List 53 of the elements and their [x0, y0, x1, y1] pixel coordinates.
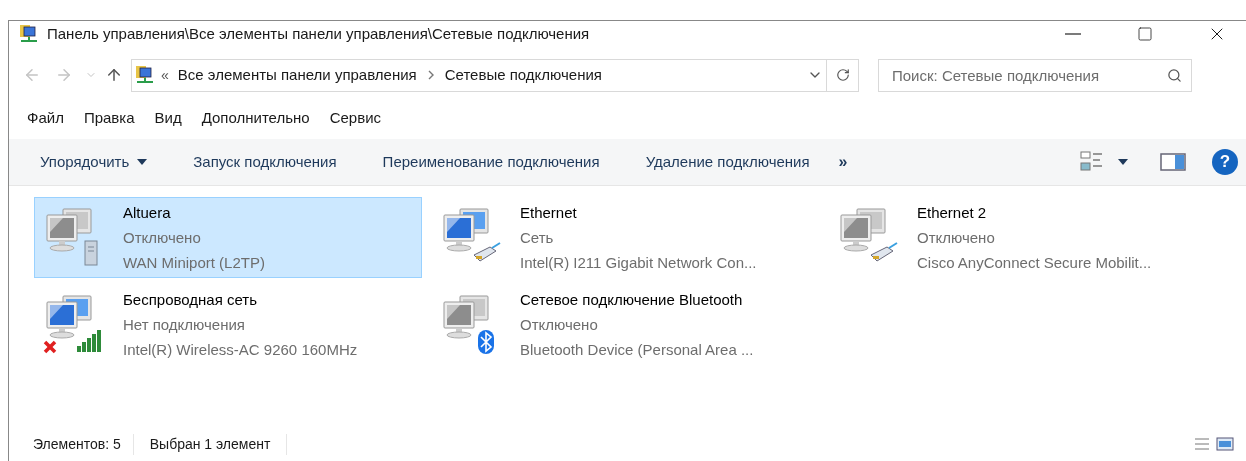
connection-name: Ethernet: [520, 203, 578, 223]
details-view-icon[interactable]: [1194, 437, 1210, 451]
forward-arrow-icon: [55, 66, 73, 84]
menu-item[interactable]: Вид: [152, 106, 184, 130]
search-icon: [1167, 67, 1182, 83]
connection-item[interactable]: Ethernet 2 Отключено Cisco AnyConnect Secure Mobilit...: [828, 197, 1216, 278]
connection-name: Altuera: [123, 203, 172, 223]
control-panel-icon: [135, 65, 155, 85]
connection-status: Сеть: [520, 228, 555, 248]
item-count: Элементов: 5: [33, 433, 134, 455]
maximize-icon: [1137, 26, 1153, 42]
connection-status: Отключено: [520, 315, 599, 335]
large-icons-view-icon[interactable]: [1216, 437, 1234, 451]
caret-icon[interactable]: [1118, 159, 1128, 165]
breadcrumb-item[interactable]: Все элементы панели управления: [177, 63, 417, 87]
caret-icon: [137, 159, 148, 165]
connection-name: Сетевое подключение Bluetooth: [520, 290, 744, 310]
connection-name: Ethernet 2: [917, 203, 988, 223]
command-button[interactable]: Удаление подключения: [642, 150, 813, 174]
device-name: Bluetooth Device (Personal Area ...: [520, 340, 754, 360]
command-button[interactable]: Переименование подключения: [379, 150, 603, 174]
connection-item[interactable]: Altuera Отключено WAN Miniport (L2TP): [34, 197, 422, 278]
menu-item[interactable]: Сервис: [327, 106, 384, 130]
device-name: Cisco AnyConnect Secure Mobilit...: [917, 253, 1152, 273]
view-options-icon[interactable]: [1080, 151, 1104, 173]
command-button[interactable]: Запуск подключения: [190, 150, 340, 174]
selection-count: Выбран 1 элемент: [133, 433, 288, 455]
connection-status: Отключено: [123, 228, 202, 248]
control-panel-icon: [19, 24, 39, 44]
breadcrumb-item[interactable]: Сетевые подключения: [444, 63, 602, 87]
connection-name: Беспроводная сеть: [123, 290, 258, 310]
connection-item[interactable]: Сетевое подключение Bluetooth Отключено Bluetooth Device (Personal Area ...: [431, 284, 819, 365]
device-name: WAN Miniport (L2TP): [123, 253, 265, 273]
menu-item[interactable]: Правка: [81, 106, 137, 130]
overflow-chevron[interactable]: «: [161, 64, 169, 86]
breadcrumb-separator-icon: [426, 70, 435, 80]
menu-item[interactable]: Дополнительно: [199, 106, 312, 130]
connection-status: Отключено: [917, 228, 996, 248]
connection-status: Нет подключения: [123, 315, 246, 335]
address-bar[interactable]: « Все элементы панели управления Сетевые подключения: [131, 58, 859, 92]
refresh-icon: [835, 68, 850, 82]
more-commands-button[interactable]: »: [838, 150, 848, 174]
window-title: Панель управления\Все элементы панели управления\Сетевые подключения: [47, 23, 591, 44]
device-name: Intel(R) I211 Gigabit Network Con...: [520, 253, 757, 273]
connection-item[interactable]: Беспроводная сеть Нет подключения Intel(R) Wireless-AC 9260 160MHz: [34, 284, 422, 365]
connection-item[interactable]: Ethernet Сеть Intel(R) I211 Gigabit Network Con...: [431, 197, 819, 278]
minimize-icon: [1065, 33, 1081, 35]
menu-item[interactable]: Файл: [25, 106, 66, 130]
device-name: Intel(R) Wireless-AC 9260 160MHz: [123, 340, 358, 360]
search-field[interactable]: Поиск: Сетевые подключения: [878, 58, 1192, 92]
preview-pane-icon[interactable]: [1160, 152, 1186, 172]
command-button[interactable]: Упорядочить: [37, 150, 151, 174]
help-button[interactable]: ?: [1212, 149, 1238, 175]
